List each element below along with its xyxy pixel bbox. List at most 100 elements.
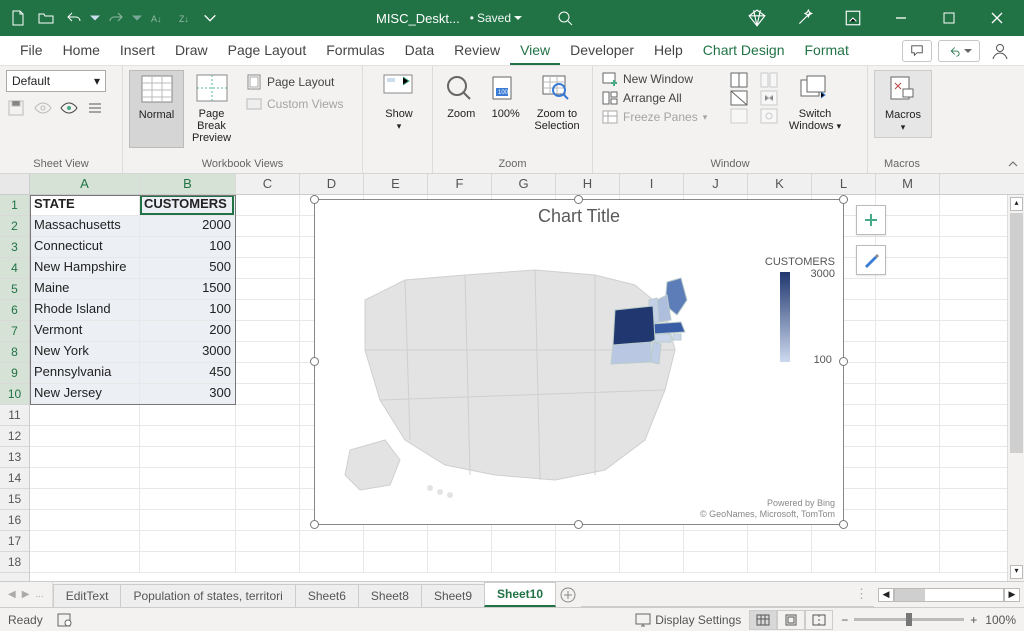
cell-M17[interactable] — [876, 531, 940, 551]
cell-C12[interactable] — [236, 426, 300, 446]
hscroll-right[interactable]: ▶ — [1004, 588, 1020, 602]
open-file-icon[interactable] — [34, 6, 58, 30]
tab-scroll-right[interactable]: ▶ — [20, 587, 32, 602]
wand-icon[interactable] — [784, 3, 826, 33]
cell-C14[interactable] — [236, 468, 300, 488]
cell-A6[interactable]: Rhode Island — [30, 300, 140, 320]
cell-C6[interactable] — [236, 300, 300, 320]
cell-E17[interactable] — [364, 531, 428, 551]
menu-data[interactable]: Data — [395, 37, 445, 65]
page-break-preview-button[interactable]: Page Break Preview — [184, 70, 239, 148]
cell-E18[interactable] — [364, 552, 428, 572]
cell-M7[interactable] — [876, 321, 940, 341]
undo-icon[interactable] — [62, 6, 86, 30]
diamond-icon[interactable] — [736, 3, 778, 33]
cell-B11[interactable] — [140, 405, 236, 425]
cell-C8[interactable] — [236, 342, 300, 362]
cell-C16[interactable] — [236, 510, 300, 530]
cell-C11[interactable] — [236, 405, 300, 425]
qat-overflow-icon[interactable] — [202, 6, 218, 30]
row-header-14[interactable]: 14 — [0, 468, 29, 489]
cell-B3[interactable]: 100 — [140, 237, 236, 257]
row-header-5[interactable]: 5 — [0, 279, 29, 300]
sheet-tab-population-of-states-territori[interactable]: Population of states, territori — [120, 584, 295, 607]
cell-A18[interactable] — [30, 552, 140, 572]
cell-M15[interactable] — [876, 489, 940, 509]
row-header-15[interactable]: 15 — [0, 489, 29, 510]
cell-B14[interactable] — [140, 468, 236, 488]
cell-C9[interactable] — [236, 363, 300, 383]
column-header-J[interactable]: J — [684, 174, 748, 194]
zoom-100-button[interactable]: 100100% — [484, 70, 529, 136]
cell-F17[interactable] — [428, 531, 492, 551]
side-by-side-icon[interactable] — [760, 72, 778, 88]
cell-B6[interactable]: 100 — [140, 300, 236, 320]
cell-L18[interactable] — [812, 552, 876, 572]
cell-M6[interactable] — [876, 300, 940, 320]
sheet-view-combo[interactable]: Default▾ — [6, 70, 106, 92]
reset-pos-icon[interactable] — [760, 108, 778, 124]
arrange-all-button[interactable]: Arrange All — [599, 89, 724, 107]
cell-B16[interactable] — [140, 510, 236, 530]
chart-title[interactable]: Chart Title — [315, 200, 843, 233]
cells-area[interactable]: STATECUSTOMERSMassachusetts2000Connectic… — [30, 195, 1007, 581]
row-header-1[interactable]: 1 — [0, 195, 29, 216]
macro-record-icon[interactable] — [57, 613, 73, 627]
cell-C4[interactable] — [236, 258, 300, 278]
normal-view-status-button[interactable] — [749, 610, 777, 630]
cell-A14[interactable] — [30, 468, 140, 488]
row-header-16[interactable]: 16 — [0, 510, 29, 531]
cell-C17[interactable] — [236, 531, 300, 551]
cell-B17[interactable] — [140, 531, 236, 551]
vertical-scrollbar[interactable]: ▴ ▾ — [1007, 195, 1024, 581]
sort-asc-icon[interactable]: A↓ — [146, 6, 170, 30]
column-header-K[interactable]: K — [748, 174, 812, 194]
cell-A2[interactable]: Massachusetts — [30, 216, 140, 236]
column-header-F[interactable]: F — [428, 174, 492, 194]
cell-M14[interactable] — [876, 468, 940, 488]
chart-styles-button[interactable] — [856, 245, 886, 275]
column-header-D[interactable]: D — [300, 174, 364, 194]
sheet-tab-sheet9[interactable]: Sheet9 — [421, 584, 485, 607]
menu-view[interactable]: View — [510, 37, 560, 65]
cell-C7[interactable] — [236, 321, 300, 341]
save-view-icon[interactable] — [6, 98, 28, 118]
row-header-13[interactable]: 13 — [0, 447, 29, 468]
row-header-18[interactable]: 18 — [0, 552, 29, 573]
cell-M16[interactable] — [876, 510, 940, 530]
sheet-tab-sheet6[interactable]: Sheet6 — [295, 584, 359, 607]
redo-icon[interactable] — [104, 6, 128, 30]
zoom-percent[interactable]: 100% — [985, 613, 1016, 627]
row-header-8[interactable]: 8 — [0, 342, 29, 363]
cell-B4[interactable]: 500 — [140, 258, 236, 278]
cell-C1[interactable] — [236, 195, 300, 215]
column-header-M[interactable]: M — [876, 174, 940, 194]
zoom-button[interactable]: Zoom — [439, 70, 484, 136]
cell-C10[interactable] — [236, 384, 300, 404]
row-header-11[interactable]: 11 — [0, 405, 29, 426]
cell-C18[interactable] — [236, 552, 300, 572]
cell-B1[interactable]: CUSTOMERS — [140, 195, 236, 215]
chart-object[interactable]: Chart Title — [314, 199, 844, 525]
menu-home[interactable]: Home — [53, 37, 110, 65]
cell-B2[interactable]: 2000 — [140, 216, 236, 236]
cell-M10[interactable] — [876, 384, 940, 404]
new-file-icon[interactable] — [6, 6, 30, 30]
eye-new-icon[interactable] — [58, 98, 80, 118]
cell-M11[interactable] — [876, 405, 940, 425]
new-sheet-button[interactable] — [555, 582, 581, 607]
column-header-H[interactable]: H — [556, 174, 620, 194]
menu-review[interactable]: Review — [444, 37, 510, 65]
cell-B10[interactable]: 300 — [140, 384, 236, 404]
column-header-G[interactable]: G — [492, 174, 556, 194]
cell-A15[interactable] — [30, 489, 140, 509]
view-options-icon[interactable] — [84, 98, 106, 118]
close-button[interactable] — [976, 3, 1018, 33]
zoom-slider[interactable]: − + — [841, 613, 977, 627]
cell-B9[interactable]: 450 — [140, 363, 236, 383]
cell-A12[interactable] — [30, 426, 140, 446]
minimize-button[interactable] — [880, 3, 922, 33]
cell-B18[interactable] — [140, 552, 236, 572]
new-window-button[interactable]: New Window — [599, 70, 724, 88]
share-button[interactable] — [938, 40, 980, 62]
